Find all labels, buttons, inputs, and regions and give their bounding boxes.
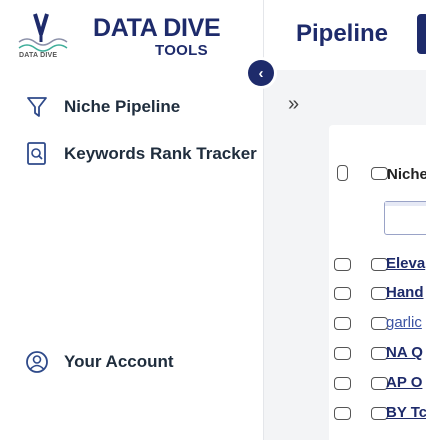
brand-title: DATA DIVE xyxy=(93,14,221,42)
table-row-link[interactable]: Eleva xyxy=(386,255,425,272)
column-toggle-checkbox[interactable] xyxy=(337,165,348,181)
sidebar-item-your-account[interactable]: Your Account xyxy=(24,349,174,375)
niche-filter-input[interactable] xyxy=(384,201,426,235)
table-row-link[interactable]: garlic xyxy=(386,314,422,331)
filter-icon xyxy=(24,94,50,120)
row-handle[interactable] xyxy=(334,347,351,360)
row-handle[interactable] xyxy=(334,287,351,300)
user-circle-icon xyxy=(24,349,50,375)
row-handle[interactable] xyxy=(334,377,351,390)
page-title: Pipeline xyxy=(296,20,389,47)
brand-logo[interactable]: DATA DIVE DATA DIVE TOOLS xyxy=(17,8,247,68)
chevron-left-icon: ‹ xyxy=(258,64,264,82)
main-panel: Pipeline » Niche Eleva Hand garlic NA Q … xyxy=(264,0,426,440)
expand-chevron-icon[interactable]: » xyxy=(288,93,299,116)
header-action-tab[interactable] xyxy=(411,12,426,56)
collapse-sidebar-button[interactable]: ‹ xyxy=(248,60,274,86)
table-row-link[interactable]: Hand xyxy=(386,284,424,301)
table-row-link[interactable]: BY Tc xyxy=(386,404,426,421)
column-header-niche[interactable]: Niche xyxy=(387,166,426,183)
sidebar-item-niche-pipeline[interactable]: Niche Pipeline xyxy=(24,94,180,120)
row-handle[interactable] xyxy=(334,258,351,271)
brand-subtitle: TOOLS xyxy=(155,42,208,59)
table-row-link[interactable]: NA Q xyxy=(386,344,423,361)
pipeline-table: Niche Eleva Hand garlic NA Q AP O BY Tc xyxy=(329,125,426,440)
row-handle[interactable] xyxy=(334,317,351,330)
sidebar-item-label: Niche Pipeline xyxy=(64,97,181,116)
main-header: Pipeline xyxy=(264,0,426,70)
sidebar-item-label: Your Account xyxy=(64,352,174,371)
logo-small-text: DATA DIVE xyxy=(19,52,58,59)
row-handle[interactable] xyxy=(334,407,351,420)
sidebar-item-keywords-rank-tracker[interactable]: Keywords Rank Tracker xyxy=(24,141,257,167)
sidebar: DATA DIVE DATA DIVE TOOLS Niche Pipeline… xyxy=(0,0,263,440)
search-document-icon xyxy=(24,141,50,167)
sidebar-item-label: Keywords Rank Tracker xyxy=(64,144,257,163)
select-all-checkbox[interactable] xyxy=(371,167,388,180)
table-row-link[interactable]: AP O xyxy=(386,374,422,391)
